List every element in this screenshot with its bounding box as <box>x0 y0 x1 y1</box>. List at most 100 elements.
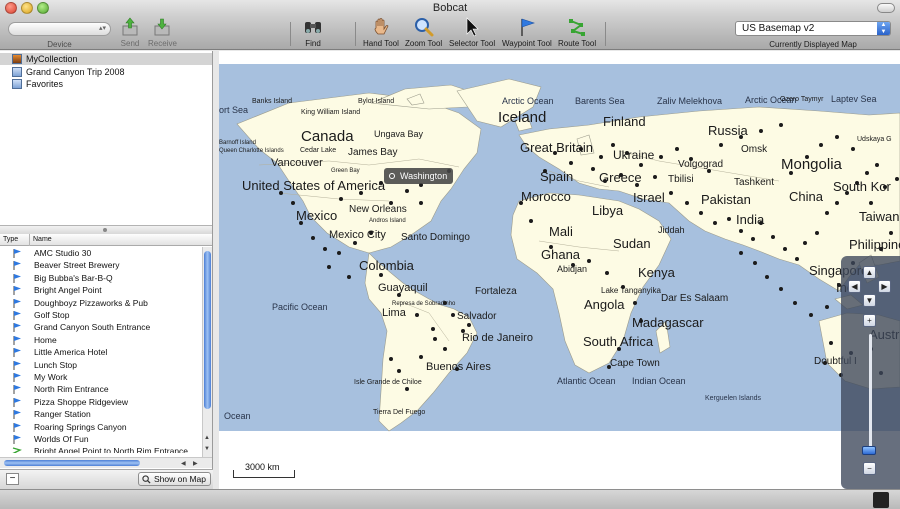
waypoint-dot[interactable] <box>895 177 899 181</box>
waypoint-dot[interactable] <box>869 201 873 205</box>
column-header-type[interactable]: Type <box>3 234 18 246</box>
device-select[interactable]: ▴▾ <box>8 22 111 36</box>
horizontal-scrollbar[interactable]: ◀ ▶ <box>0 457 212 468</box>
waypoint-dot[interactable] <box>467 323 471 327</box>
waypoint-dot[interactable] <box>347 275 351 279</box>
waypoint-dot[interactable] <box>397 369 401 373</box>
waypoint-dot[interactable] <box>339 197 343 201</box>
waypoint-dot[interactable] <box>569 161 573 165</box>
zoom-slider-knob[interactable] <box>862 446 876 455</box>
waypoint-dot[interactable] <box>431 327 435 331</box>
waypoint-dot[interactable] <box>451 313 455 317</box>
zoom-in-button[interactable]: + <box>863 314 876 327</box>
list-item[interactable]: Worlds Of Fun <box>0 433 202 445</box>
route-tool-button[interactable]: Route Tool <box>558 17 596 48</box>
waypoint-dot[interactable] <box>353 241 357 245</box>
receive-button[interactable]: Receive <box>148 17 177 48</box>
column-header-name[interactable]: Name <box>33 234 52 246</box>
waypoint-dot[interactable] <box>653 175 657 179</box>
list-item[interactable]: Bright Angel Point <box>0 284 202 296</box>
close-window-button[interactable] <box>5 2 17 14</box>
waypoint-dot[interactable] <box>779 123 783 127</box>
waypoint-dot[interactable] <box>771 235 775 239</box>
list-item[interactable]: Home <box>0 334 202 346</box>
scroll-down-icon[interactable]: ▼ <box>204 446 210 452</box>
zoom-slider-track[interactable] <box>869 334 872 452</box>
waypoint-dot[interactable] <box>633 301 637 305</box>
list-item[interactable]: Lunch Stop <box>0 359 202 371</box>
list-item[interactable]: Pizza Shoppe Ridgeview <box>0 396 202 408</box>
selector-tool-button[interactable]: Selector Tool <box>449 17 495 48</box>
list-item[interactable]: Bright Angel Point to North Rim Entrance <box>0 445 202 453</box>
collection-item[interactable]: Grand Canyon Trip 2008 <box>0 66 212 78</box>
waypoint-dot[interactable] <box>611 143 615 147</box>
waypoint-dot[interactable] <box>779 287 783 291</box>
list-item[interactable]: North Rim Entrance <box>0 383 202 395</box>
waypoint-dot[interactable] <box>795 257 799 261</box>
washington-callout[interactable]: Washington <box>384 168 454 184</box>
waypoint-dot[interactable] <box>727 217 731 221</box>
show-on-map-button[interactable]: Show on Map <box>138 472 211 486</box>
list-item[interactable]: My Work <box>0 371 202 383</box>
waypoint-dot[interactable] <box>415 313 419 317</box>
collection-item[interactable]: Favorites <box>0 78 212 90</box>
column-divider[interactable] <box>29 234 30 246</box>
waypoint-dot[interactable] <box>803 241 807 245</box>
waypoint-dot[interactable] <box>605 271 609 275</box>
zoom-out-button[interactable]: − <box>863 462 876 475</box>
send-button[interactable]: Send <box>120 17 140 48</box>
waypoint-dot[interactable] <box>739 229 743 233</box>
waypoint-tool-button[interactable]: Waypoint Tool <box>502 17 552 48</box>
waypoint-dot[interactable] <box>659 155 663 159</box>
waypoint-dot[interactable] <box>809 313 813 317</box>
scroll-left-icon[interactable]: ◀ <box>181 460 186 467</box>
waypoint-dot[interactable] <box>865 171 869 175</box>
waypoint-dot[interactable] <box>825 305 829 309</box>
waypoint-dot[interactable] <box>889 231 893 235</box>
waypoint-dot[interactable] <box>753 261 757 265</box>
hand-tool-button[interactable]: Hand Tool <box>363 17 399 48</box>
vertical-scroll-thumb[interactable] <box>204 251 211 409</box>
waypoint-dot[interactable] <box>291 201 295 205</box>
list-item[interactable]: AMC Studio 30 <box>0 247 202 259</box>
waypoint-dot[interactable] <box>323 247 327 251</box>
waypoint-dot[interactable] <box>599 155 603 159</box>
zoom-tool-button[interactable]: Zoom Tool <box>405 17 442 48</box>
scroll-right-icon[interactable]: ▶ <box>193 460 198 467</box>
waypoint-dot[interactable] <box>875 163 879 167</box>
waypoint-dot[interactable] <box>759 129 763 133</box>
map-view[interactable]: Banks Island Bylot Island Arctic Ocean Bare… <box>219 51 900 489</box>
toolbar-toggle-button[interactable] <box>877 3 895 13</box>
waypoint-dot[interactable] <box>389 357 393 361</box>
waypoint-dot[interactable] <box>835 135 839 139</box>
waypoint-dot[interactable] <box>639 163 643 167</box>
waypoint-dot[interactable] <box>825 211 829 215</box>
scroll-up-icon[interactable]: ▲ <box>204 435 210 441</box>
waypoint-dot[interactable] <box>443 347 447 351</box>
map-select[interactable]: US Basemap v2 ▲ ▼ <box>735 21 891 36</box>
waypoint-dot[interactable] <box>675 147 679 151</box>
waypoint-dot[interactable] <box>419 201 423 205</box>
pan-left-button[interactable]: ◀ <box>848 280 861 293</box>
pan-down-button[interactable]: ▼ <box>863 294 876 307</box>
remove-button[interactable]: − <box>6 473 19 485</box>
list-item[interactable]: Roaring Springs Canyon <box>0 421 202 433</box>
pan-right-button[interactable]: ▶ <box>878 280 891 293</box>
list-item[interactable]: Beaver Street Brewery <box>0 259 202 271</box>
list-item[interactable]: Little America Hotel <box>0 346 202 358</box>
waypoint-dot[interactable] <box>819 143 823 147</box>
waypoint-dot[interactable] <box>719 143 723 147</box>
waypoint-dot[interactable] <box>405 189 409 193</box>
waypoint-dot[interactable] <box>379 273 383 277</box>
list-item[interactable]: Ranger Station <box>0 408 202 420</box>
waypoint-dot[interactable] <box>529 219 533 223</box>
waypoint-dot[interactable] <box>713 221 717 225</box>
waypoint-dot[interactable] <box>327 265 331 269</box>
waypoint-dot[interactable] <box>739 251 743 255</box>
waypoint-dot[interactable] <box>669 191 673 195</box>
pan-up-button[interactable]: ▲ <box>863 266 876 279</box>
waypoint-dot[interactable] <box>685 201 689 205</box>
list-item[interactable]: Doughboyz Pizzaworks & Pub <box>0 297 202 309</box>
waypoint-dot[interactable] <box>419 355 423 359</box>
waypoint-dot[interactable] <box>587 259 591 263</box>
